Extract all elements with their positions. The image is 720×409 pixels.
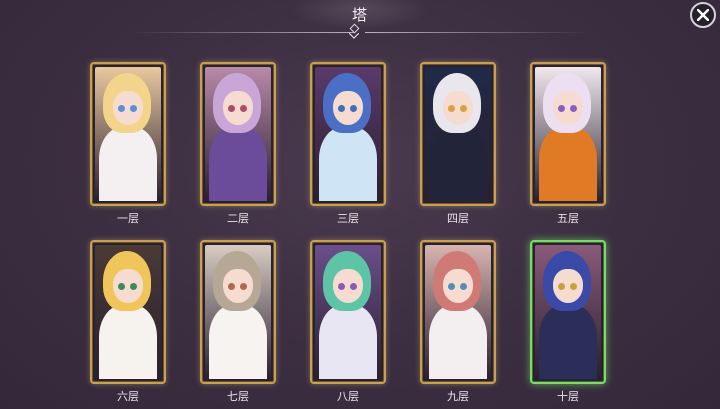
portrait-eye bbox=[240, 283, 247, 290]
portrait-body bbox=[99, 305, 157, 379]
portrait-eye bbox=[460, 283, 467, 290]
floor-card-9[interactable] bbox=[420, 240, 496, 384]
title-chevron-ornament bbox=[349, 33, 359, 39]
title-divider-right bbox=[365, 32, 590, 33]
floor-label-10: 十层 bbox=[557, 390, 579, 403]
close-button[interactable] bbox=[690, 2, 716, 28]
floor-label-4: 四层 bbox=[447, 212, 469, 225]
floor-card-7[interactable] bbox=[200, 240, 276, 384]
floor-card-2[interactable] bbox=[200, 62, 276, 206]
portrait-eye bbox=[228, 105, 235, 112]
floor-label-7: 七层 bbox=[227, 390, 249, 403]
title-divider-left bbox=[130, 32, 355, 33]
floor-card-6[interactable] bbox=[90, 240, 166, 384]
portrait-eye bbox=[350, 283, 357, 290]
floor-portrait bbox=[95, 245, 161, 379]
floor-portrait bbox=[205, 245, 271, 379]
floor-label-1: 一层 bbox=[117, 212, 139, 225]
floor-card-5[interactable] bbox=[530, 62, 606, 206]
floor-label-3: 三层 bbox=[337, 212, 359, 225]
portrait-eye bbox=[558, 105, 565, 112]
portrait-eye bbox=[570, 105, 577, 112]
portrait-body bbox=[319, 305, 377, 379]
floor-portrait bbox=[535, 67, 601, 201]
portrait-eye bbox=[118, 283, 125, 290]
floor-portrait bbox=[535, 245, 601, 379]
portrait-body bbox=[209, 127, 267, 201]
portrait-body bbox=[319, 127, 377, 201]
portrait-body bbox=[209, 305, 267, 379]
portrait-eye bbox=[350, 105, 357, 112]
portrait-eye bbox=[448, 105, 455, 112]
floor-label-5: 五层 bbox=[557, 212, 579, 225]
page-title: 塔 bbox=[351, 6, 368, 24]
floor-portrait bbox=[205, 67, 271, 201]
portrait-eye bbox=[460, 105, 467, 112]
tower-screen: 塔 一层 二层 三层 四层 五层六层 七层 八层 九层 十层 bbox=[0, 0, 720, 409]
portrait-eye bbox=[338, 283, 345, 290]
floor-card-1[interactable] bbox=[90, 62, 166, 206]
portrait-eye bbox=[558, 283, 565, 290]
portrait-eye bbox=[118, 105, 125, 112]
floor-card-10[interactable] bbox=[530, 240, 606, 384]
floor-label-9: 九层 bbox=[447, 390, 469, 403]
portrait-eye bbox=[130, 283, 137, 290]
portrait-eye bbox=[338, 105, 345, 112]
portrait-eye bbox=[448, 283, 455, 290]
floor-card-3[interactable] bbox=[310, 62, 386, 206]
floor-label-6: 六层 bbox=[117, 390, 139, 403]
close-icon bbox=[697, 9, 709, 21]
floor-portrait bbox=[95, 67, 161, 201]
floor-card-4[interactable] bbox=[420, 62, 496, 206]
floor-card-8[interactable] bbox=[310, 240, 386, 384]
portrait-body bbox=[539, 127, 597, 201]
portrait-body bbox=[429, 127, 487, 201]
portrait-body bbox=[99, 127, 157, 201]
portrait-body bbox=[539, 305, 597, 379]
floor-label-8: 八层 bbox=[337, 390, 359, 403]
portrait-eye bbox=[228, 283, 235, 290]
portrait-body bbox=[429, 305, 487, 379]
portrait-eye bbox=[570, 283, 577, 290]
floor-portrait bbox=[315, 67, 381, 201]
floor-portrait bbox=[425, 67, 491, 201]
floor-portrait bbox=[315, 245, 381, 379]
portrait-eye bbox=[240, 105, 247, 112]
floor-label-2: 二层 bbox=[227, 212, 249, 225]
portrait-eye bbox=[130, 105, 137, 112]
floor-portrait bbox=[425, 245, 491, 379]
